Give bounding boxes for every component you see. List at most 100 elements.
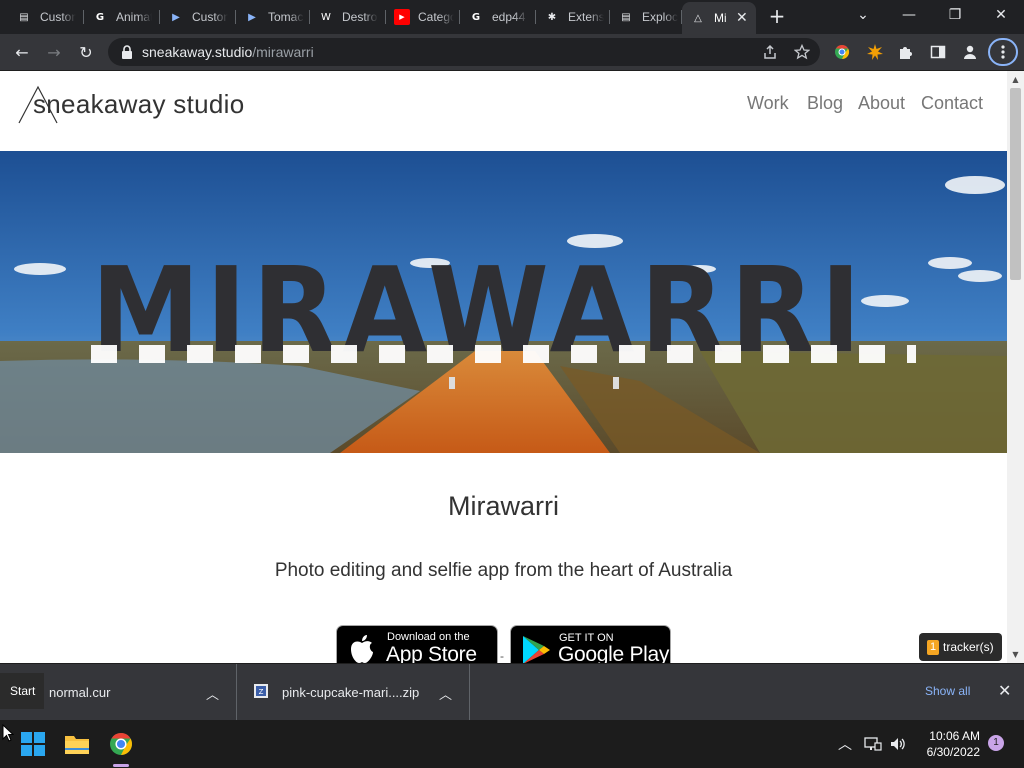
browser-tab[interactable]: G Animat bbox=[84, 4, 160, 30]
close-tab-icon[interactable]: ✕ bbox=[736, 10, 748, 26]
app-store-badge[interactable]: Download on the App Store bbox=[336, 625, 498, 663]
lock-icon[interactable] bbox=[120, 44, 134, 60]
new-tab-button[interactable]: + bbox=[766, 5, 788, 27]
url-text[interactable]: sneakaway.studio/mirawarri bbox=[142, 44, 314, 60]
extension-burst-icon[interactable] bbox=[866, 43, 884, 61]
zip-file-icon: Z bbox=[254, 684, 268, 698]
tracker-badge[interactable]: 1 tracker(s) bbox=[919, 633, 1002, 661]
doc-favicon-icon: ▤ bbox=[621, 11, 631, 23]
volume-icon[interactable] bbox=[889, 736, 907, 752]
network-icon[interactable] bbox=[864, 736, 882, 752]
download-filename: pink-cupcake-mari....zip bbox=[282, 685, 420, 700]
browser-toolbar: ← → ↻ sneakaway.studio/mirawarri bbox=[0, 34, 1024, 71]
puzzle-favicon-icon: ✱ bbox=[547, 11, 557, 23]
tab-title: Animat bbox=[116, 10, 152, 24]
google-play-icon bbox=[523, 636, 550, 663]
youtube-favicon-icon: ▶ bbox=[394, 9, 410, 25]
profile-avatar-icon[interactable] bbox=[962, 44, 978, 60]
minimize-button[interactable]: — bbox=[886, 0, 932, 30]
wikipedia-favicon-icon: W bbox=[321, 11, 331, 23]
taskbar-clock[interactable]: 10:06 AM 6/30/2022 bbox=[920, 728, 980, 760]
more-vert-icon bbox=[1001, 45, 1005, 59]
chevron-up-icon[interactable]: ︿ bbox=[439, 684, 452, 703]
site-logo[interactable]: sneakaway studio bbox=[18, 85, 248, 127]
file-explorer-icon[interactable] bbox=[61, 728, 93, 760]
url-path: /mirawarri bbox=[252, 44, 314, 60]
bookmark-star-icon[interactable] bbox=[794, 44, 810, 60]
browser-tab[interactable]: ✱ Extens bbox=[536, 4, 610, 30]
page-scrollbar[interactable]: ▲ ▼ bbox=[1007, 71, 1024, 663]
logo-text: sneakaway studio bbox=[33, 89, 245, 119]
mouse-cursor-icon bbox=[2, 724, 14, 742]
nav-contact[interactable]: Contact bbox=[921, 93, 983, 114]
tab-title: Catego bbox=[418, 10, 454, 24]
close-window-button[interactable]: ✕ bbox=[978, 0, 1024, 30]
tab-search-chevron-icon[interactable]: ⌄ bbox=[840, 0, 886, 30]
tab-title: Mi bbox=[714, 11, 727, 25]
play-favicon-icon: ▶ bbox=[248, 11, 256, 23]
scrollbar-thumb[interactable] bbox=[1010, 88, 1021, 280]
doc-favicon-icon: ▤ bbox=[19, 11, 29, 23]
page-title: Mirawarri bbox=[448, 491, 559, 521]
nav-work[interactable]: Work bbox=[747, 93, 789, 114]
start-tooltip: Start bbox=[0, 673, 44, 709]
tab-title: Extens bbox=[568, 10, 604, 24]
download-item[interactable]: Z pink-cupcake-mari....zip ︿ bbox=[237, 664, 470, 721]
side-panel-icon[interactable] bbox=[930, 44, 946, 60]
address-bar[interactable]: sneakaway.studio/mirawarri bbox=[108, 38, 820, 66]
tab-title: Destro bbox=[342, 10, 378, 24]
browser-tab[interactable]: ▤ Custon bbox=[8, 4, 84, 30]
tracker-count: 1 bbox=[927, 639, 939, 655]
badge-separator: - bbox=[500, 649, 504, 663]
site-header: sneakaway studio Work Blog About Contact bbox=[0, 71, 1007, 151]
web-page: sneakaway studio Work Blog About Contact bbox=[0, 71, 1007, 663]
tab-title: edp44 bbox=[492, 10, 526, 24]
sneakaway-favicon-icon: △ bbox=[694, 12, 702, 24]
google-play-big: Google Play bbox=[558, 643, 670, 663]
show-all-downloads-link[interactable]: Show all bbox=[925, 684, 970, 698]
hero-banner: MIRAWARRI bbox=[0, 151, 1007, 453]
close-shelf-icon[interactable]: ✕ bbox=[998, 681, 1011, 700]
tab-title: Custon bbox=[192, 10, 228, 24]
extension-chrome-icon[interactable] bbox=[834, 44, 850, 60]
app-store-big: App Store bbox=[386, 643, 477, 663]
tray-chevron-up-icon[interactable]: ︿ bbox=[838, 734, 852, 754]
browser-tab[interactable]: △ Mi ✕ bbox=[682, 2, 756, 34]
chrome-menu-button[interactable] bbox=[988, 38, 1018, 66]
clock-time: 10:06 AM bbox=[929, 729, 980, 743]
restore-button[interactable]: ❐ bbox=[932, 0, 978, 30]
windows-start-icon[interactable] bbox=[17, 728, 49, 760]
chrome-taskbar-icon[interactable] bbox=[105, 728, 137, 760]
google-favicon-icon: G bbox=[95, 11, 105, 23]
tracker-label: tracker(s) bbox=[943, 640, 994, 654]
reload-button[interactable]: ↻ bbox=[74, 40, 98, 64]
scroll-down-arrow-icon[interactable]: ▼ bbox=[1007, 646, 1024, 663]
share-icon[interactable] bbox=[762, 44, 778, 60]
browser-tab[interactable]: ▤ Exploc bbox=[610, 4, 682, 30]
chevron-up-icon[interactable]: ︿ bbox=[206, 684, 219, 703]
browser-tab[interactable]: Gedp44 bbox=[460, 4, 536, 30]
back-button[interactable]: ← bbox=[10, 40, 34, 64]
extensions-puzzle-icon[interactable] bbox=[898, 44, 914, 60]
browser-tab[interactable]: ▶ Tomaco bbox=[236, 4, 310, 30]
tab-title: Exploc bbox=[642, 10, 678, 24]
tab-title: Tomaco bbox=[268, 10, 304, 24]
clock-date: 6/30/2022 bbox=[926, 745, 980, 759]
google-favicon-icon: G bbox=[471, 11, 481, 23]
svg-text:Z: Z bbox=[259, 688, 264, 696]
forward-button[interactable]: → bbox=[42, 40, 66, 64]
download-shelf: normal.cur ︿ Z pink-cupcake-mari....zip … bbox=[0, 663, 1024, 721]
download-filename: normal.cur bbox=[49, 685, 111, 700]
windows-taskbar: ︿ 10:06 AM 6/30/2022 1 bbox=[0, 720, 1024, 768]
tab-title: Custon bbox=[40, 10, 76, 24]
notification-badge[interactable]: 1 bbox=[988, 735, 1004, 751]
browser-tab[interactable]: W Destro bbox=[310, 4, 386, 30]
nav-about[interactable]: About bbox=[858, 93, 905, 114]
active-app-indicator bbox=[113, 764, 129, 767]
scroll-up-arrow-icon[interactable]: ▲ bbox=[1007, 71, 1024, 88]
google-play-badge[interactable]: GET IT ON Google Play bbox=[510, 625, 671, 663]
browser-tab[interactable]: ▶ Custon bbox=[160, 4, 236, 30]
browser-tab[interactable]: ▶ Catego bbox=[386, 4, 460, 30]
nav-blog[interactable]: Blog bbox=[807, 93, 843, 114]
url-host: sneakaway.studio bbox=[142, 44, 253, 60]
